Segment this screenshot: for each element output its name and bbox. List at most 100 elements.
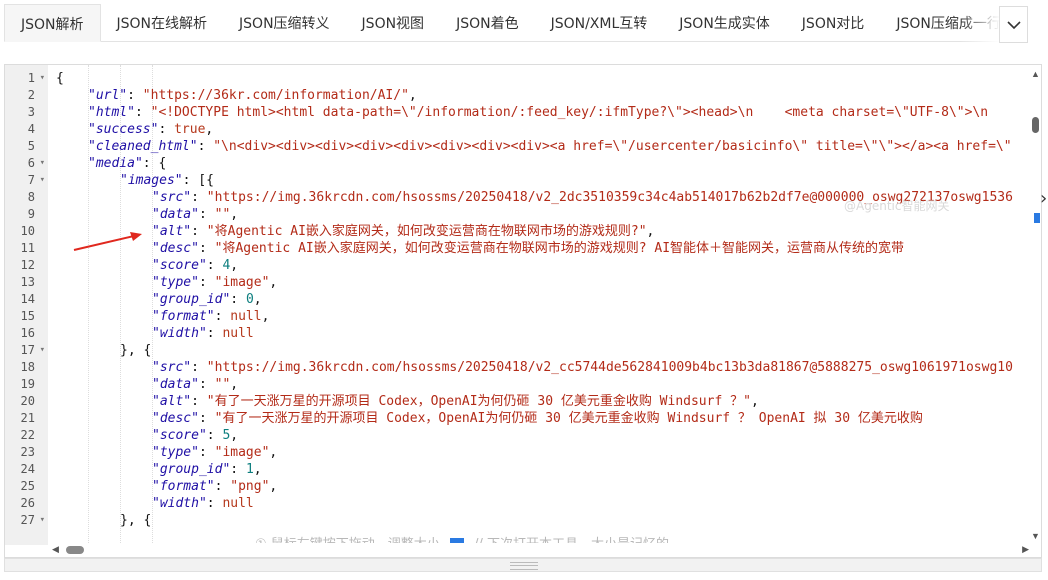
- code-token: "alt": [152, 224, 192, 239]
- code-token: ,: [261, 309, 270, 324]
- code-token: "type": [152, 275, 199, 290]
- code-token: "html": [88, 105, 135, 120]
- code-line: "group_id": 0,: [152, 291, 262, 308]
- line-number-text: 26: [20, 496, 35, 510]
- line-number: 1 ▾: [5, 70, 48, 87]
- code-token: :: [198, 377, 215, 392]
- fold-toggle-icon[interactable]: ▾: [40, 342, 45, 359]
- code-token: "src": [152, 190, 192, 205]
- code-token: :: [197, 139, 214, 154]
- code-token: : {: [142, 156, 167, 171]
- code-token: }, {: [120, 343, 152, 358]
- code-token: "desc": [152, 241, 199, 256]
- code-token: :: [198, 411, 215, 426]
- code-token: "desc": [152, 411, 199, 426]
- code-line: "data": "",: [152, 376, 238, 393]
- line-number: 8: [5, 189, 48, 206]
- line-number-text: 9: [27, 207, 35, 221]
- line-number-text: 19: [20, 377, 35, 391]
- code-token: "cleaned_html": [88, 139, 198, 154]
- tab-5[interactable]: JSON/XML互转: [534, 4, 664, 42]
- scroll-down-icon[interactable]: ▼: [1031, 531, 1040, 541]
- line-number-text: 24: [20, 462, 35, 476]
- code-token: ,: [269, 445, 278, 460]
- line-number-text: 21: [20, 411, 35, 425]
- line-number-gutter: 1 ▾ 2 3 4 5 6 ▾ 7 ▾ 8 9 10 11 12 13 14 15 16 17 ▾ 18 19 20 21 22 2…: [5, 65, 48, 545]
- code-line: "src": "https://img.36krcdn.com/hsossms/…: [152, 359, 1013, 376]
- code-token: null: [222, 326, 254, 341]
- code-line: "type": "image",: [152, 274, 277, 291]
- fold-toggle-icon[interactable]: ▾: [40, 155, 45, 172]
- code-token: ,: [408, 88, 417, 103]
- code-token: 1: [245, 462, 254, 477]
- code-token: ,: [269, 275, 278, 290]
- scroll-right-icon[interactable]: ▶: [1022, 544, 1029, 555]
- line-number: 6 ▾: [5, 155, 48, 172]
- line-number: 20: [5, 393, 48, 410]
- code-token: "image": [214, 275, 270, 290]
- tab-6[interactable]: JSON生成实体: [663, 4, 786, 42]
- line-number-text: 25: [20, 479, 35, 493]
- more-tabs-button[interactable]: [999, 6, 1028, 43]
- code-token: "data": [152, 377, 199, 392]
- line-number: 26: [5, 495, 48, 512]
- tab-3[interactable]: JSON视图: [345, 4, 441, 42]
- scroll-marker: [1034, 213, 1040, 223]
- fold-toggle-icon[interactable]: ▾: [40, 70, 45, 87]
- json-editor[interactable]: 1 ▾ 2 3 4 5 6 ▾ 7 ▾ 8 9 10 11 12 13 14 15 16 17 ▾ 18 19 20 21 22 2…: [4, 64, 1042, 558]
- fold-toggle-icon[interactable]: ▾: [40, 512, 45, 529]
- scroll-up-icon[interactable]: ▲: [1031, 69, 1040, 79]
- code-token: ,: [253, 292, 262, 307]
- code-token: ,: [646, 224, 655, 239]
- line-number: 10: [5, 223, 48, 240]
- code-area[interactable]: {"url": "https://36kr.com/information/AI…: [56, 65, 1030, 545]
- code-line: "type": "image",: [152, 444, 277, 461]
- line-number-text: 27: [20, 513, 35, 527]
- horizontal-scroll-thumb[interactable]: [66, 546, 84, 554]
- line-number: 2: [5, 87, 48, 104]
- code-token: "success": [88, 122, 159, 137]
- code-token: "将Agentic AI嵌入家庭网关，如何改变运营商在物联网市场的游戏规则? A…: [214, 241, 905, 256]
- line-number-text: 23: [20, 445, 35, 459]
- code-token: "type": [152, 445, 199, 460]
- horizontal-scrollbar[interactable]: ◀ ▶: [48, 543, 1031, 557]
- code-token: :: [158, 122, 175, 137]
- fold-toggle-icon[interactable]: ▾: [40, 172, 45, 189]
- line-number-text: 4: [27, 122, 35, 136]
- code-token: :: [198, 275, 215, 290]
- line-number-text: 16: [20, 326, 35, 340]
- code-line: }, {: [120, 512, 151, 529]
- code-line: "url": "https://36kr.com/information/AI/…: [88, 87, 417, 104]
- tab-7[interactable]: JSON对比: [785, 4, 881, 42]
- line-number: 4: [5, 121, 48, 138]
- tab-1[interactable]: JSON在线解析: [100, 4, 224, 42]
- code-line: "alt": "有了一天涨万星的开源项目 Codex，OpenAI为何仍砸 30…: [152, 393, 759, 410]
- resize-grip-icon[interactable]: [510, 562, 538, 570]
- line-number: 13: [5, 274, 48, 291]
- resize-handle-bar[interactable]: [4, 558, 1042, 572]
- code-token: :: [134, 105, 151, 120]
- line-number: 24: [5, 461, 48, 478]
- line-number-text: 18: [20, 360, 35, 374]
- line-number-text: 8: [27, 190, 35, 204]
- code-line: "media": {: [88, 155, 166, 172]
- tab-0[interactable]: JSON解析: [4, 4, 101, 42]
- red-arrow-icon: [73, 232, 142, 251]
- tab-4[interactable]: JSON着色: [440, 4, 535, 42]
- code-token: :: [198, 241, 215, 256]
- line-number: 15: [5, 308, 48, 325]
- code-token: }, {: [120, 513, 152, 528]
- line-number-text: 3: [27, 105, 35, 119]
- scroll-left-icon[interactable]: ◀: [52, 544, 59, 555]
- code-line: "format": null,: [152, 308, 269, 325]
- code-token: :: [206, 258, 223, 273]
- vertical-scrollbar[interactable]: ▲ ▼: [1029, 65, 1041, 545]
- line-number-text: 6: [27, 156, 35, 170]
- tab-2[interactable]: JSON压缩转义: [223, 4, 346, 42]
- chevron-right-icon[interactable]: ›: [1040, 188, 1047, 209]
- vertical-scroll-thumb[interactable]: [1032, 117, 1039, 133]
- line-number: 18: [5, 359, 48, 376]
- code-token: "data": [152, 207, 199, 222]
- line-number: 17 ▾: [5, 342, 48, 359]
- code-token: : [{: [182, 173, 214, 188]
